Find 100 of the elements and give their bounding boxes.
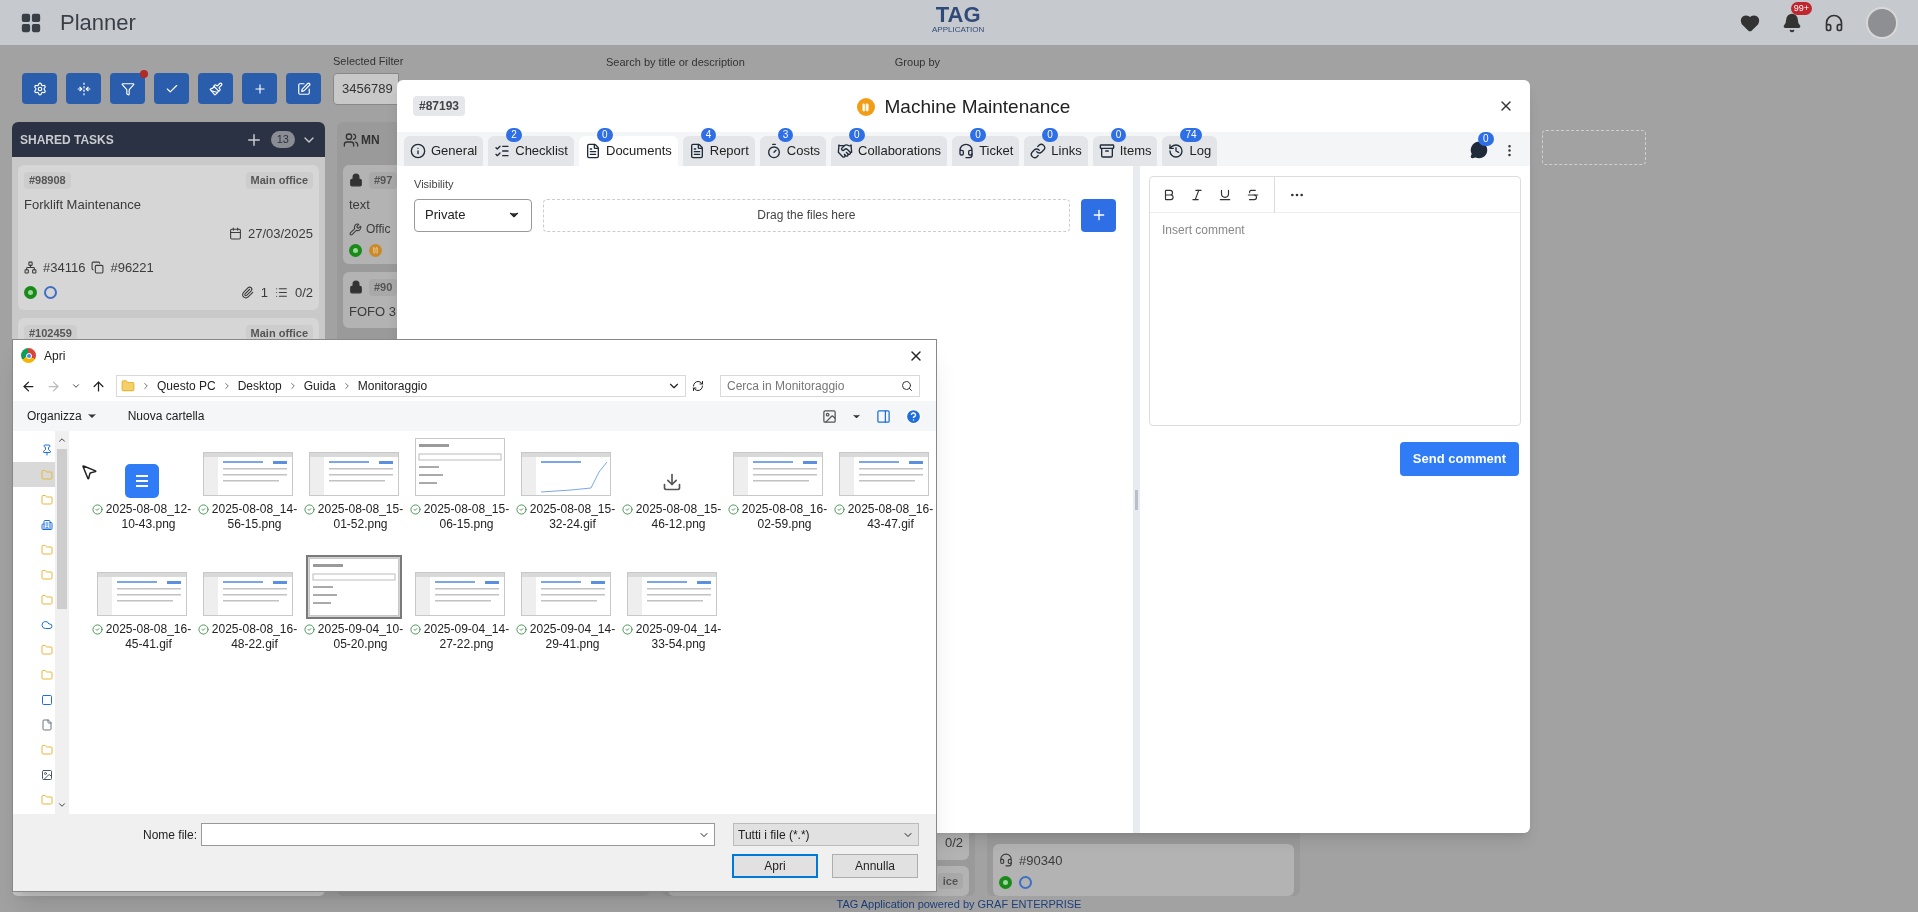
scroll-down-icon[interactable]: [57, 800, 67, 810]
field-label: Search by title or description: [606, 55, 745, 70]
folder-icon: [41, 568, 53, 581]
notification-badge: 99+: [1790, 1, 1812, 15]
field-label: Nome file:: [143, 826, 198, 844]
tab[interactable]: Report: [682, 136, 755, 166]
task-card[interactable]: #98908 Main office Forklift Maintenance 27/03/2025 #34116 #96221 1 0/2: [18, 165, 319, 310]
count-badge: 74: [1180, 128, 1202, 142]
task-id: #97: [369, 172, 398, 189]
link-icon: [1030, 143, 1047, 159]
folder-icon: [121, 379, 135, 393]
count-badge: 3: [777, 128, 794, 142]
heart-icon[interactable]: [1740, 12, 1760, 33]
folder-icon: [41, 743, 53, 756]
synced-icon: [515, 624, 527, 635]
filetype-select[interactable]: Tutti i file (*.*): [733, 823, 920, 846]
location-tag: ice: [937, 872, 963, 889]
help-icon[interactable]: [905, 407, 922, 425]
file-name[interactable]: 2025-08-08_15-01-52.png: [316, 502, 405, 532]
count-badge: 0: [597, 128, 613, 142]
count-badge: 0: [1478, 132, 1494, 146]
back-icon[interactable]: [21, 378, 36, 394]
filter-button[interactable]: [110, 73, 145, 104]
brush-button[interactable]: [198, 73, 233, 104]
hierarchy-icon: [24, 260, 37, 274]
file-name[interactable]: 2025-09-04_14-33-54.png: [634, 622, 723, 652]
place-label: Offic: [366, 221, 391, 238]
dropzone[interactable]: Drag the files here: [542, 198, 1071, 232]
calendar-icon: [228, 227, 242, 241]
square-icon: [41, 693, 53, 706]
logo-text: TAG: [935, 4, 981, 26]
filename-field[interactable]: [201, 823, 716, 846]
file-name[interactable]: 2025-08-08_16-48-22.gif: [210, 622, 299, 652]
file-name[interactable]: 2025-09-04_14-27-22.png: [422, 622, 511, 652]
paperclip-icon: [240, 286, 254, 300]
notifications-icon[interactable]: [1782, 12, 1802, 33]
folder-icon: [41, 593, 53, 606]
support-icon[interactable]: [1824, 12, 1844, 33]
preview-pane-icon[interactable]: [876, 408, 891, 424]
apps-menu-icon[interactable]: [20, 11, 42, 34]
tab[interactable]: General: [404, 136, 484, 166]
check-button[interactable]: [154, 73, 189, 104]
comments-icon[interactable]: [1470, 141, 1488, 159]
path-segment[interactable]: Desktop: [237, 377, 282, 395]
task-card[interactable]: #90340: [993, 843, 1294, 896]
file-name[interactable]: 2025-08-08_14-56-15.png: [210, 502, 299, 532]
edit-icon: [296, 81, 311, 96]
app-title: Planner: [60, 9, 136, 37]
headset-icon: [999, 853, 1013, 868]
address-bar[interactable]: Questo PC Desktop Guida Monitoraggio: [116, 375, 686, 397]
view-icon[interactable]: [822, 408, 837, 424]
edit-button[interactable]: [286, 73, 321, 104]
collapse-button[interactable]: [66, 73, 101, 104]
refresh-icon[interactable]: [692, 380, 704, 392]
scroll-up-icon[interactable]: [57, 435, 67, 445]
folder-icon: [41, 493, 53, 506]
file-name[interactable]: 2025-08-08_15-46-12.png: [634, 502, 723, 532]
path-segment[interactable]: Monitoraggio: [357, 377, 428, 395]
synced-icon: [409, 624, 421, 635]
comment-editor[interactable]: Insert comment: [1149, 176, 1521, 426]
stopwatch-icon: [765, 143, 782, 159]
file-name[interactable]: 2025-08-08_16-45-41.gif: [104, 622, 193, 652]
path-segment[interactable]: Questo PC: [157, 377, 216, 395]
up-icon[interactable]: [91, 378, 106, 394]
search-field[interactable]: Cerca in Monitoraggio: [720, 375, 920, 397]
scrollbar[interactable]: [55, 431, 69, 814]
recent-icon[interactable]: [71, 381, 81, 391]
field-label: Selected Filter: [333, 53, 404, 69]
file-name[interactable]: 2025-08-08_12-10-43.png: [104, 502, 193, 532]
filter-field[interactable]: 3456789: [333, 73, 399, 105]
underline-icon[interactable]: [1218, 187, 1232, 202]
bold-icon[interactable]: [1162, 187, 1176, 202]
italic-icon[interactable]: [1190, 187, 1204, 202]
task-id: #98908: [24, 172, 71, 189]
add-icon: [252, 81, 267, 96]
scrollbar-thumb[interactable]: [57, 449, 67, 609]
add-file-button[interactable]: [1081, 198, 1116, 232]
dialog-button[interactable]: Annulla: [832, 854, 918, 878]
mouse-pointer-icon: [80, 463, 98, 481]
file-name[interactable]: 2025-08-08_16-43-47.gif: [846, 502, 935, 532]
synced-icon: [91, 624, 103, 635]
settings-button[interactable]: [22, 73, 57, 104]
send-comment-button[interactable]: Send comment: [1399, 442, 1519, 476]
visibility-select[interactable]: Private: [414, 198, 532, 232]
file-name[interactable]: 2025-08-08_15-32-24.gif: [528, 502, 617, 532]
resize-handle[interactable]: [1135, 489, 1138, 510]
file-name[interactable]: 2025-08-08_16-02-59.png: [740, 502, 829, 532]
dialog-button[interactable]: Apri: [732, 854, 818, 878]
folder-icon: [41, 643, 53, 656]
path-segment[interactable]: Guida: [303, 377, 336, 395]
building-icon: [41, 518, 53, 531]
file-name[interactable]: 2025-09-04_14-29-41.png: [528, 622, 617, 652]
file-name[interactable]: 2025-08-08_15-06-15.png: [422, 502, 511, 532]
footer-text: TAG Application powered by GRAF ENTERPRISE: [836, 896, 1082, 912]
file-name[interactable]: 2025-09-04_10-05-20.png: [316, 622, 405, 652]
add-button[interactable]: [242, 73, 277, 104]
command-button[interactable]: Nuova cartella: [127, 407, 205, 425]
command-button[interactable]: Organizza: [27, 407, 98, 425]
strikethrough-icon[interactable]: [1246, 187, 1260, 202]
logo-subtitle: APPLICATION: [932, 26, 985, 34]
